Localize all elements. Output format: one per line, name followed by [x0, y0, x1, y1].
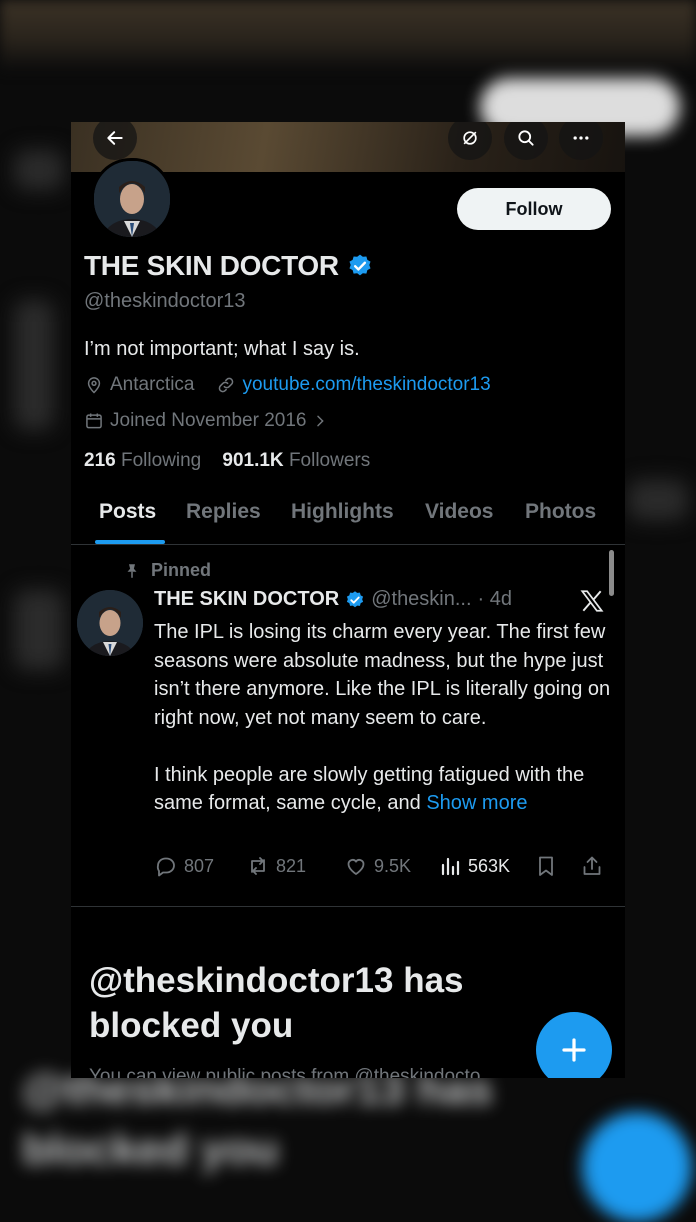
tweet-author-handle[interactable]: @theskin... [371, 588, 471, 611]
bookmark-button[interactable] [534, 854, 558, 878]
pinned-label-row: Pinned [123, 560, 211, 581]
background-blur-shape [14, 300, 54, 430]
background-blur-top [0, 0, 696, 70]
tweet-actions: 807 821 9.5K 563K [154, 854, 609, 884]
reply-button[interactable]: 807 [154, 854, 214, 878]
show-more-link[interactable]: Show more [426, 792, 527, 814]
x-logo-icon[interactable] [579, 588, 605, 614]
tab-posts[interactable]: Posts [99, 500, 156, 524]
like-icon [347, 859, 365, 876]
profile-handle: @theskindoctor13 [84, 290, 246, 312]
verified-icon [347, 590, 364, 607]
tweet-header: THE SKIN DOCTOR @theskin... · 4d [154, 588, 512, 611]
repost-count: 821 [276, 855, 307, 876]
background-blur-shape [14, 150, 64, 190]
pinned-label: Pinned [151, 560, 212, 580]
blocked-subtitle: You can view public posts from @theskind… [89, 1066, 481, 1078]
scrollbar[interactable] [609, 550, 614, 596]
followers-link[interactable]: 901.1K Followers [222, 450, 370, 471]
tweet-timestamp[interactable]: · 4d [478, 588, 512, 611]
views-icon [441, 857, 460, 876]
profile-screen: Follow THE SKIN DOCTOR @theskindoctor13 … [71, 122, 625, 1078]
reply-icon [156, 857, 175, 877]
tab-photos[interactable]: Photos [525, 500, 596, 524]
background-blur-text: @theskindoctor13 has blocked you [22, 1065, 493, 1174]
reply-count: 807 [184, 855, 215, 876]
profile-avatar[interactable] [91, 158, 173, 240]
calendar-icon [86, 413, 102, 429]
tab-videos[interactable]: Videos [425, 500, 493, 524]
tweet-author-avatar[interactable] [77, 590, 143, 656]
tweet-body[interactable]: The IPL is losing its charm every year. … [154, 618, 614, 818]
pin-icon [127, 563, 137, 578]
blocked-title: @theskindoctor13 has blocked you [89, 961, 464, 1045]
profile-tabs: Posts Replies Highlights Videos Photos [71, 492, 625, 545]
like-button[interactable]: 9.5K [344, 854, 411, 878]
share-button[interactable] [580, 854, 604, 878]
divider [71, 906, 625, 907]
compose-fab-button[interactable] [536, 1012, 612, 1078]
active-tab-indicator [95, 540, 165, 544]
views-button[interactable]: 563K [438, 854, 510, 878]
like-count: 9.5K [374, 855, 412, 876]
share-icon [583, 856, 601, 875]
location-icon [87, 377, 101, 394]
tab-highlights[interactable]: Highlights [291, 500, 394, 524]
background-blur-shape [628, 480, 688, 520]
profile-bio: I’m not important; what I say is. [84, 338, 360, 360]
profile-counts: 216 Following 901.1K Followers [84, 450, 370, 472]
verified-icon[interactable] [347, 253, 373, 279]
profile-location: Antarctica [110, 374, 195, 395]
follow-button[interactable]: Follow [457, 188, 611, 230]
profile-joined-row[interactable]: Joined November 2016 [84, 410, 328, 432]
tab-replies[interactable]: Replies [186, 500, 261, 524]
back-arrow-icon [107, 131, 123, 145]
tweet-author-name[interactable]: THE SKIN DOCTOR [154, 588, 339, 611]
profile-meta-row: Antarctica youtube.com/theskindoctor13 [84, 374, 491, 396]
background-blur-shape [14, 590, 64, 670]
repost-button[interactable]: 821 [246, 854, 306, 878]
plus-icon [562, 1038, 586, 1062]
repost-icon [251, 857, 265, 875]
views-count: 563K [468, 855, 511, 876]
tweet-text: The IPL is losing its charm every year. … [154, 621, 611, 814]
following-link[interactable]: 216 Following [84, 450, 201, 471]
link-icon [219, 377, 234, 393]
grok-icon [463, 131, 477, 145]
bookmark-icon [539, 856, 553, 876]
more-icon [573, 136, 589, 140]
background-blur-fab [582, 1112, 692, 1222]
profile-display-name: THE SKIN DOCTOR [84, 250, 339, 281]
profile-website-link[interactable]: youtube.com/theskindoctor13 [242, 374, 490, 396]
profile-joined-date: Joined November 2016 [110, 410, 307, 431]
profile-name-row: THE SKIN DOCTOR [84, 250, 373, 282]
search-icon [518, 130, 534, 146]
chevron-right-icon [317, 415, 325, 427]
